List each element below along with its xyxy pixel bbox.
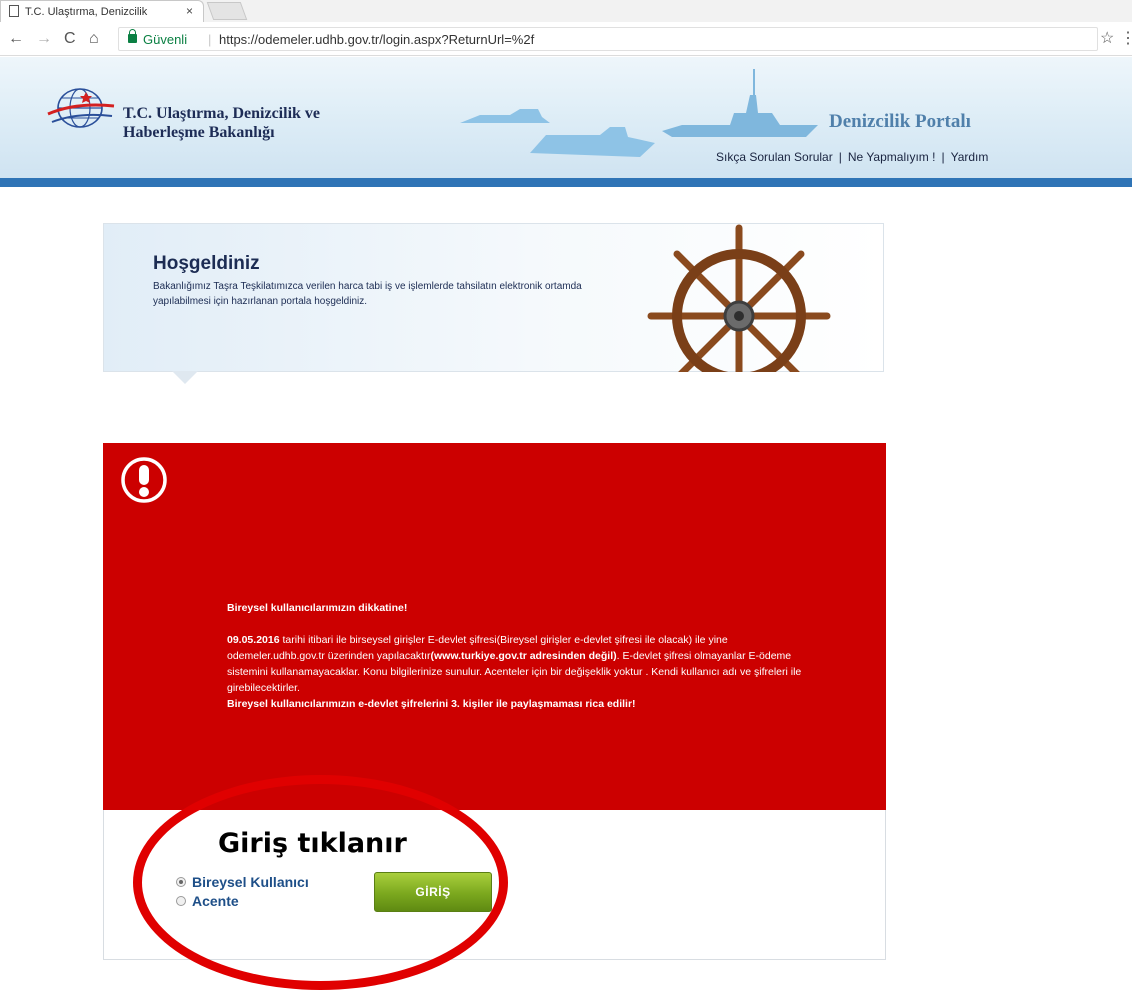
faq-link[interactable]: Sıkça Sorulan Sorular	[716, 150, 833, 164]
annotation-circle	[133, 775, 508, 990]
what-to-do-link[interactable]: Ne Yapmalıyım !	[848, 150, 936, 164]
browser-toolbar: ← → C ⌂ Güvenli | https://odemeler.udhb.…	[0, 22, 1132, 56]
ministry-globe-logo	[47, 88, 115, 128]
page-icon	[9, 5, 19, 17]
notice-closing: Bireysel kullanıcılarımızın e-devlet şif…	[227, 698, 636, 710]
secure-label: Güvenli	[143, 32, 188, 47]
back-arrow-icon[interactable]: ←	[8, 30, 24, 48]
reload-icon[interactable]: C	[64, 30, 76, 48]
bookmark-star-icon[interactable]: ☆	[1100, 28, 1114, 48]
help-link[interactable]: Yardım	[951, 150, 989, 164]
address-bar[interactable]: Güvenli | https://odemeler.udhb.gov.tr/l…	[118, 27, 1098, 51]
lock-icon	[128, 29, 137, 43]
portal-title: Denizcilik Portalı	[829, 111, 971, 132]
link-separator: |	[941, 150, 945, 164]
ministry-name-line1: T.C. Ulaştırma, Denizcilik ve	[123, 105, 321, 122]
header-links: Sıkça Sorulan Sorular | Ne Yapmalıyım ! | Ya…	[716, 150, 988, 164]
welcome-pointer	[172, 371, 198, 384]
browser-tabstrip: T.C. Ulaştırma, Denizcilik ×	[0, 0, 1132, 22]
welcome-text: Bakanlığımız Taşra Teşkilatımızca verile…	[153, 281, 582, 307]
welcome-panel: Hoşgeldiniz Bakanlığımız Taşra Teşkilatı…	[103, 223, 884, 372]
omnibox-separator: |	[208, 32, 212, 47]
browser-tab[interactable]: T.C. Ulaştırma, Denizcilik ×	[0, 0, 204, 22]
exclamation-icon	[121, 457, 167, 503]
new-tab-button[interactable]	[206, 2, 248, 20]
notice-text-bold: (www.turkiye.gov.tr adresinden değil)	[430, 650, 617, 662]
welcome-title: Hoşgeldiniz	[153, 253, 260, 274]
forward-arrow-icon[interactable]: →	[36, 30, 52, 48]
notice-body: Bireysel kullanıcılarımızın dikkatine! 0…	[227, 600, 827, 712]
browser-menu-icon[interactable]: ⋮	[1120, 28, 1132, 48]
ministry-name: T.C. Ulaştırma, Denizcilik ve Haberleşme…	[123, 104, 320, 142]
site-header: T.C. Ulaştırma, Denizcilik ve Haberleşme…	[0, 57, 1132, 179]
url-text[interactable]: https://odemeler.udhb.gov.tr/login.aspx?…	[219, 32, 534, 47]
home-icon[interactable]: ⌂	[89, 30, 99, 48]
annotation-text: Giriş tıklanır	[218, 828, 407, 859]
notice-panel: Bireysel kullanıcılarımızın dikkatine! 0…	[103, 443, 886, 810]
close-tab-icon[interactable]: ×	[186, 4, 193, 18]
tab-title: T.C. Ulaştırma, Denizcilik	[25, 5, 148, 18]
ship-wheel-image	[647, 224, 831, 372]
ministry-name-line2: Haberleşme Bakanlığı	[123, 124, 275, 141]
header-blue-bar	[0, 178, 1132, 187]
notice-date: 09.05.2016	[227, 634, 280, 646]
notice-heading: Bireysel kullanıcılarımızın dikkatine!	[227, 602, 408, 614]
link-separator: |	[838, 150, 842, 164]
notice-paragraph: 09.05.2016 tarihi itibari ile birseysel …	[227, 632, 827, 696]
